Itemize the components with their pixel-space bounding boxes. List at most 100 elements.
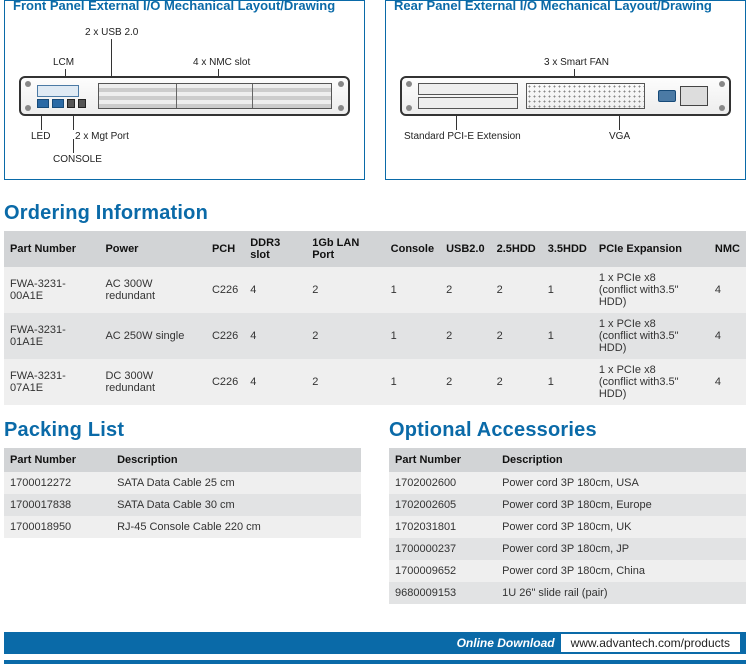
pcie-slots — [418, 83, 518, 109]
vga-port-icon — [658, 90, 676, 102]
table-row: 1700012272SATA Data Cable 25 cm — [4, 472, 361, 494]
table-row: 1700018950RJ-45 Console Cable 220 cm — [4, 516, 361, 538]
col-header: Part Number — [4, 448, 111, 472]
ordering-cell: 2 — [491, 313, 542, 359]
ordering-cell: 2 — [440, 313, 491, 359]
col-header: Part Number — [4, 231, 99, 267]
ordering-cell: FWA-3231-01A1E — [4, 313, 99, 359]
label-nmc: 4 x NMC slot — [193, 57, 250, 68]
callout-line — [73, 116, 74, 130]
label-smart-fan: 3 x Smart FAN — [544, 57, 609, 68]
table-row: FWA-3231-07A1EDC 300W redundantC22642122… — [4, 359, 746, 405]
rear-panel-diagram: 3 x Smart FAN Standard PCI-E Exte — [394, 21, 737, 166]
ordering-cell: 2 — [306, 359, 384, 405]
packing-cell: 1700018950 — [4, 516, 111, 538]
table-row: 1700017838SATA Data Cable 30 cm — [4, 494, 361, 516]
ordering-cell: 4 — [244, 313, 306, 359]
packing-cell: SATA Data Cable 30 cm — [111, 494, 361, 516]
table-row: 1700000237Power cord 3P 180cm, JP — [389, 538, 746, 560]
table-row: 1702002600Power cord 3P 180cm, USA — [389, 472, 746, 494]
ordering-cell: 4 — [709, 267, 746, 313]
screw-icon — [719, 81, 725, 87]
col-header: Description — [111, 448, 361, 472]
ordering-cell: 1 — [385, 359, 440, 405]
front-panel-box: Front Panel External I/O Mechanical Layo… — [4, 0, 365, 180]
ordering-table: Part NumberPowerPCHDDR3 slot1Gb LAN Port… — [4, 231, 746, 405]
mgmt-port-icon — [37, 99, 49, 108]
ordering-cell: FWA-3231-07A1E — [4, 359, 99, 405]
ordering-cell: C226 — [206, 359, 244, 405]
accessories-cell: 1700000237 — [389, 538, 496, 560]
label-console: CONSOLE — [53, 154, 102, 165]
table-row: 1702002605Power cord 3P 180cm, Europe — [389, 494, 746, 516]
ordering-cell: FWA-3231-00A1E — [4, 267, 99, 313]
table-row: 1702031801Power cord 3P 180cm, UK — [389, 516, 746, 538]
ordering-cell: C226 — [206, 267, 244, 313]
table-row: FWA-3231-01A1EAC 250W singleC2264212211 … — [4, 313, 746, 359]
ordering-cell: 1 x PCIe x8(conflict with3.5" HDD) — [593, 313, 709, 359]
footer-label: Online Download — [457, 636, 555, 650]
ordering-cell: 2 — [306, 313, 384, 359]
pcie-slot-icon — [418, 83, 518, 95]
callout-line — [41, 116, 42, 130]
ordering-cell: 1 — [385, 267, 440, 313]
footer-bar: Online Download www.advantech.com/produc… — [4, 632, 746, 654]
accessories-cell: Power cord 3P 180cm, Europe — [496, 494, 746, 516]
ordering-cell: 2 — [306, 267, 384, 313]
accessories-cell: 1702002605 — [389, 494, 496, 516]
lcm-display-icon — [37, 85, 79, 97]
col-header: 1Gb LAN Port — [306, 231, 384, 267]
col-header: USB2.0 — [440, 231, 491, 267]
ordering-cell: 1 — [385, 313, 440, 359]
ordering-cell: 2 — [440, 359, 491, 405]
callout-line — [111, 39, 112, 77]
psu-icon — [680, 86, 708, 106]
ordering-cell: 1 — [542, 359, 593, 405]
accessories-heading: Optional Accessories — [389, 419, 750, 442]
ordering-cell: AC 250W single — [99, 313, 205, 359]
mgmt-port-row — [37, 99, 86, 108]
accessories-cell: 1702031801 — [389, 516, 496, 538]
col-header: 3.5HDD — [542, 231, 593, 267]
ordering-cell: 1 — [542, 267, 593, 313]
ordering-cell: 2 — [440, 267, 491, 313]
accessories-cell: Power cord 3P 180cm, JP — [496, 538, 746, 560]
label-led: LED — [31, 131, 50, 142]
label-pcie: Standard PCI-E Extension — [404, 131, 521, 142]
ordering-cell: 1 x PCIe x8(conflict with3.5" HDD) — [593, 267, 709, 313]
fan-area-icon — [526, 83, 645, 109]
callout-line — [73, 139, 74, 153]
usb-port-icon — [67, 99, 75, 108]
screw-icon — [25, 105, 31, 111]
mgmt-port-icon — [52, 99, 64, 108]
ordering-cell: 2 — [491, 359, 542, 405]
accessories-cell: 9680009153 — [389, 582, 496, 604]
screw-icon — [406, 105, 412, 111]
accessories-cell: Power cord 3P 180cm, China — [496, 560, 746, 582]
nmc-slots-icon — [98, 83, 332, 109]
front-left-ports — [37, 85, 86, 108]
rear-chassis — [400, 76, 731, 116]
footer-tail-strip — [4, 660, 746, 664]
accessories-table: Part NumberDescription 1702002600Power c… — [389, 448, 746, 604]
rear-panel-box: Rear Panel External I/O Mechanical Layou… — [385, 0, 746, 180]
front-panel-diagram: 2 x USB 2.0 LCM 4 x NMC slot — [13, 21, 356, 166]
table-row: 1700009652Power cord 3P 180cm, China — [389, 560, 746, 582]
col-header: NMC — [709, 231, 746, 267]
footer-url[interactable]: www.advantech.com/products — [561, 634, 740, 652]
screw-icon — [406, 81, 412, 87]
callout-line — [619, 116, 620, 130]
panel-diagrams-row: Front Panel External I/O Mechanical Layo… — [0, 0, 750, 188]
label-vga: VGA — [609, 131, 630, 142]
rear-panel-title: Rear Panel External I/O Mechanical Layou… — [394, 0, 737, 13]
ordering-cell: C226 — [206, 313, 244, 359]
screw-icon — [338, 81, 344, 87]
packing-heading: Packing List — [4, 419, 365, 442]
label-lcm: LCM — [53, 57, 74, 68]
ordering-cell: 4 — [709, 359, 746, 405]
ordering-cell: 2 — [491, 267, 542, 313]
ordering-cell: 1 x PCIe x8(conflict with3.5" HDD) — [593, 359, 709, 405]
pcie-slot-icon — [418, 97, 518, 109]
table-row: 96800091531U 26" slide rail (pair) — [389, 582, 746, 604]
accessories-cell: 1700009652 — [389, 560, 496, 582]
